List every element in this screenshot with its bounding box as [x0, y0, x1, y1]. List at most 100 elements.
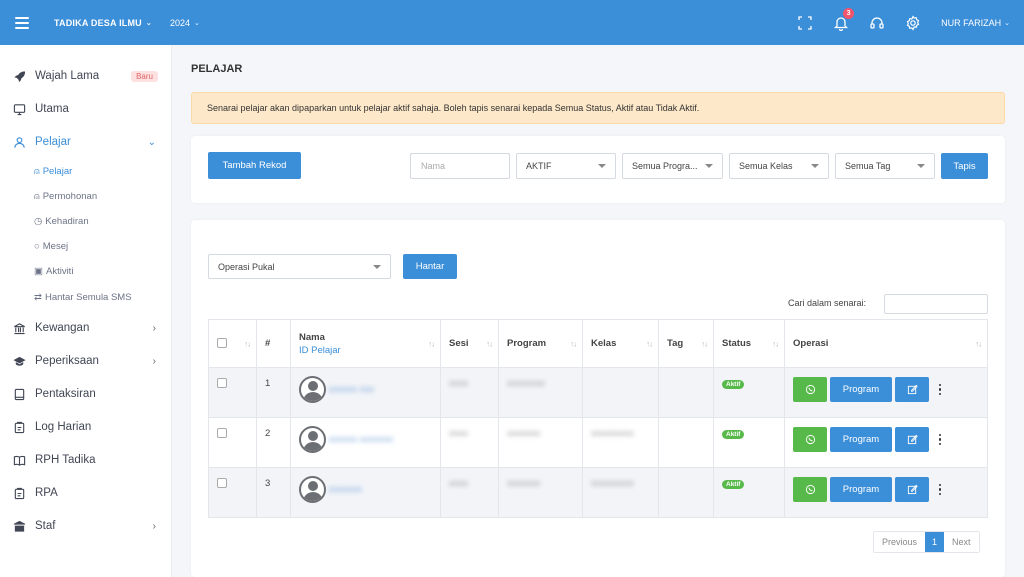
- sidebar-item-rph-tadika[interactable]: RPH Tadika: [0, 448, 172, 472]
- alert-text: Senarai pelajar akan dipaparkan untuk pe…: [207, 103, 700, 113]
- image-icon: ▣: [34, 265, 43, 277]
- notification-bell-icon[interactable]: 3: [833, 7, 855, 31]
- user-icon: ⍝: [34, 165, 40, 177]
- program-select[interactable]: Semua Progra...: [622, 153, 723, 179]
- subitem-label: Hantar Semula SMS: [44, 291, 132, 303]
- row-checkbox[interactable]: [217, 378, 227, 389]
- pagination-next[interactable]: Next: [944, 532, 979, 552]
- sidebar-item-label: Kewangan: [35, 322, 90, 334]
- column-program-label: Program: [507, 338, 547, 349]
- sesi-cell: xxxx: [440, 417, 499, 468]
- menu-toggle-icon[interactable]: [4, 0, 40, 45]
- column-name[interactable]: Nama ID Pelajar ↑↓: [290, 319, 441, 368]
- name-cell: xxxxxxx: [290, 467, 441, 518]
- submit-bulk-button[interactable]: Hantar: [403, 254, 457, 279]
- program-value: xxxxxxx: [507, 478, 541, 489]
- settings-gear-icon[interactable]: [905, 14, 921, 31]
- whatsapp-icon: [805, 484, 815, 495]
- sidebar-subitem-mesej[interactable]: ○ Mesej: [34, 237, 68, 255]
- column-tag[interactable]: Tag ↑↓: [658, 319, 714, 368]
- kelas-value: xxxxxxxxx: [591, 478, 634, 489]
- status-select[interactable]: AKTIF: [516, 153, 616, 179]
- clock-icon: ◷: [34, 215, 43, 227]
- book-icon: [12, 453, 26, 467]
- column-status[interactable]: Status ↑↓: [713, 319, 785, 368]
- column-tag-label: Tag: [667, 338, 684, 349]
- row-select-cell: [208, 367, 257, 418]
- whatsapp-button[interactable]: [793, 377, 827, 402]
- edit-button[interactable]: [895, 427, 929, 452]
- sidebar-subitem-pelajar[interactable]: ⍝ Pelajar: [34, 162, 72, 180]
- column-kelas[interactable]: Kelas ↑↓: [582, 319, 659, 368]
- year-selector[interactable]: 2024 ⌄: [170, 18, 200, 28]
- select-all-header[interactable]: ↑↓: [208, 319, 257, 368]
- program-button[interactable]: Program: [830, 427, 892, 452]
- name-search-input[interactable]: Nama: [410, 153, 510, 179]
- sidebar-item-label: Log Harian: [35, 421, 92, 433]
- sidebar-subitem-permohonan[interactable]: ⍝ Permohonan: [34, 187, 97, 205]
- whatsapp-icon: [805, 434, 815, 445]
- edit-button[interactable]: [895, 477, 929, 502]
- more-options-icon[interactable]: [932, 377, 948, 402]
- sidebar-subitem-kehadiran[interactable]: ◷ Kehadiran: [34, 212, 89, 230]
- select-all-checkbox[interactable]: [217, 338, 227, 349]
- sidebar-item-pelajar[interactable]: Pelajar ⌄: [0, 130, 172, 154]
- kelas-select[interactable]: Semua Kelas: [729, 153, 829, 179]
- row-num: 1: [256, 367, 291, 418]
- pagination-page-current[interactable]: 1: [925, 532, 945, 552]
- user-menu[interactable]: NUR FARIZAH ⌄: [941, 18, 1010, 28]
- student-name-link[interactable]: xxxxxxx: [329, 484, 362, 495]
- status-select-value: AKTIF: [526, 161, 552, 171]
- sort-icon: ↑↓: [244, 339, 251, 348]
- subitem-label: Kehadiran: [45, 215, 89, 227]
- school-selector[interactable]: TADIKA DESA ILMU ⌄: [54, 18, 152, 28]
- bulk-operation-select[interactable]: Operasi Pukal: [208, 254, 391, 279]
- sidebar-item-staf[interactable]: Staf ›: [0, 514, 172, 538]
- program-cell: xxxxxxx: [498, 417, 583, 468]
- student-name-link[interactable]: xxxxxx xxxxxxx: [329, 434, 393, 445]
- search-list-label: Cari dalam senarai:: [788, 298, 867, 308]
- sidebar-item-peperiksaan[interactable]: Peperiksaan ›: [0, 349, 172, 373]
- table-row: 1 xxxxxx xxx xxxx xxxxxxxx Aktif Program: [208, 367, 988, 418]
- program-button[interactable]: Program: [830, 477, 892, 502]
- column-id-label: ID Pelajar: [299, 344, 341, 356]
- sidebar-item-kewangan[interactable]: Kewangan ›: [0, 316, 172, 340]
- sidebar-subitem-aktiviti[interactable]: ▣ Aktiviti: [34, 262, 73, 280]
- sidebar-item-wajah-lama[interactable]: Wajah Lama Baru: [0, 64, 172, 88]
- more-options-icon[interactable]: [932, 427, 948, 452]
- subitem-label: Permohonan: [42, 190, 98, 202]
- dropdown-arrow-icon: [598, 164, 606, 168]
- more-options-icon[interactable]: [932, 477, 948, 502]
- tag-select[interactable]: Semua Tag: [835, 153, 935, 179]
- sidebar-item-label: Wajah Lama: [35, 70, 100, 82]
- avatar-icon: [299, 476, 326, 503]
- sidebar-subitem-hantar-sms[interactable]: ⇄ Hantar Semula SMS: [34, 288, 132, 306]
- chevron-down-icon: ⌄: [1004, 19, 1010, 27]
- edit-button[interactable]: [895, 377, 929, 402]
- program-button[interactable]: Program: [830, 377, 892, 402]
- pagination-previous[interactable]: Previous: [874, 532, 925, 552]
- filter-button[interactable]: Tapis: [941, 153, 988, 179]
- search-list-input[interactable]: [884, 294, 988, 314]
- headset-icon[interactable]: [869, 15, 885, 31]
- dropdown-arrow-icon: [917, 164, 925, 168]
- user-name: NUR FARIZAH: [941, 17, 1002, 28]
- add-record-button[interactable]: Tambah Rekod: [208, 152, 301, 179]
- row-checkbox[interactable]: [217, 428, 227, 439]
- row-select-cell: [208, 467, 257, 518]
- chevron-right-icon: ›: [152, 322, 156, 334]
- sort-icon: ↑↓: [646, 339, 653, 348]
- sidebar-item-log-harian[interactable]: Log Harian: [0, 415, 172, 439]
- sidebar-item-rpa[interactable]: RPA: [0, 481, 172, 505]
- column-program[interactable]: Program ↑↓: [498, 319, 583, 368]
- column-operasi[interactable]: Operasi ↑↓: [784, 319, 988, 368]
- sidebar-item-pentaksiran[interactable]: Pentaksiran: [0, 382, 172, 406]
- row-checkbox[interactable]: [217, 478, 227, 489]
- fullscreen-icon[interactable]: [797, 15, 813, 31]
- graduation-cap-icon: [12, 354, 26, 368]
- whatsapp-button[interactable]: [793, 477, 827, 502]
- whatsapp-button[interactable]: [793, 427, 827, 452]
- column-sesi[interactable]: Sesi ↑↓: [440, 319, 499, 368]
- sidebar-item-utama[interactable]: Utama: [0, 97, 172, 121]
- student-name-link[interactable]: xxxxxx xxx: [329, 384, 374, 395]
